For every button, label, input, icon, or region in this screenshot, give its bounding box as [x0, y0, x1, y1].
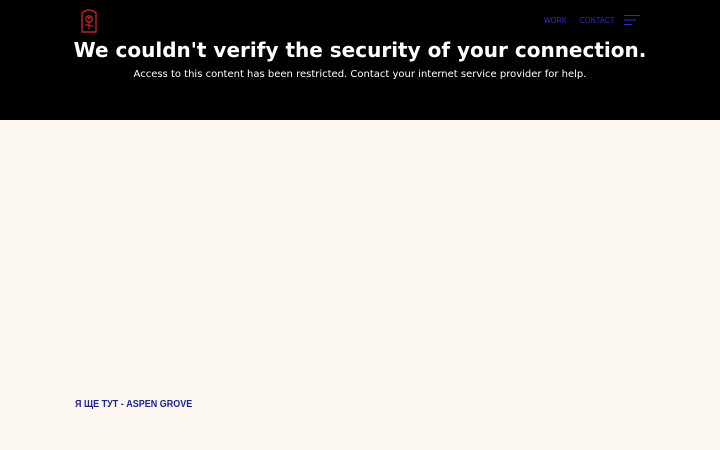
rose-emblem-icon: [81, 9, 97, 33]
nav-link-work[interactable]: WORK: [544, 16, 567, 25]
menu-button[interactable]: [624, 13, 640, 27]
nav-link-contact[interactable]: CONTACT: [579, 16, 614, 25]
hamburger-menu-icon: [624, 15, 640, 25]
security-warning-message: Access to this content has been restrict…: [133, 69, 587, 80]
top-nav: WORK CONTACT: [541, 12, 640, 28]
security-warning-title: We couldn't verify the security of your …: [73, 38, 647, 62]
site-logo[interactable]: [80, 7, 98, 34]
project-caption[interactable]: Я ЩЕ ТУТ - ASPEN GROVE: [75, 398, 192, 412]
